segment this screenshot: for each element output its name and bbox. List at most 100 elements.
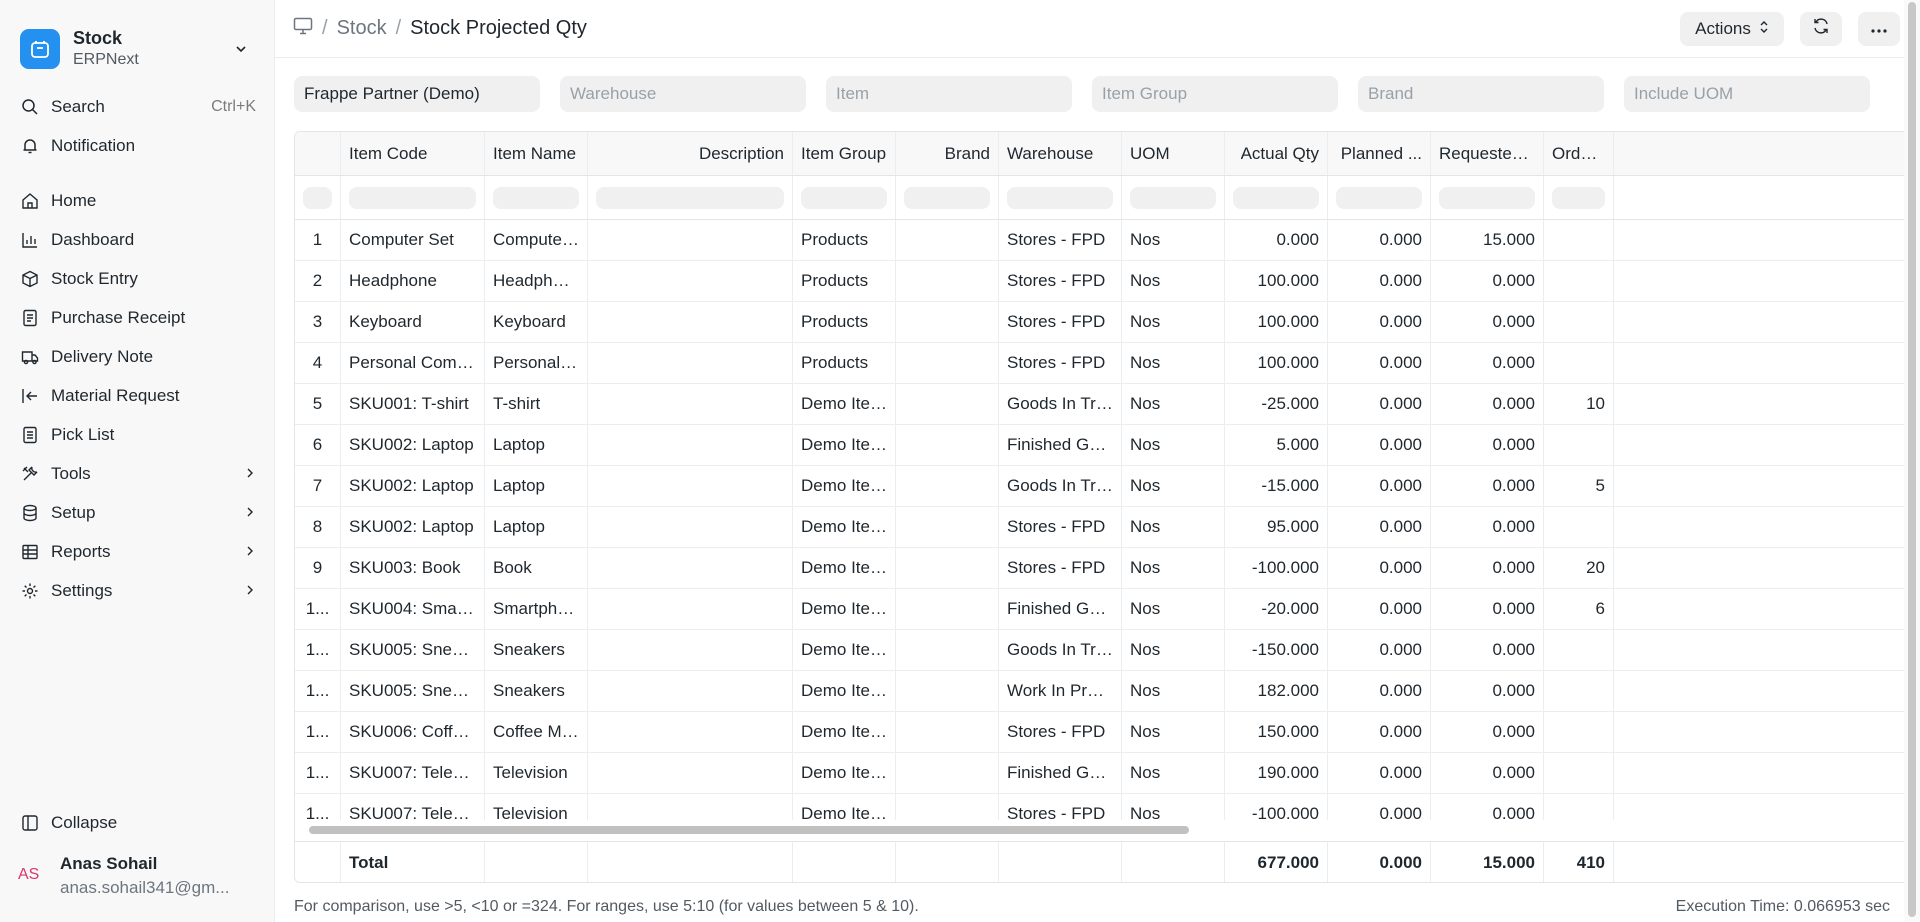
table-row[interactable]: 1... SKU004: Smartp... Smartphone Demo Item… xyxy=(295,589,1920,630)
table-row[interactable]: 9 SKU003: Book Book Demo Item ... Stores - F… xyxy=(295,548,1920,589)
table-cell[interactable]: Products xyxy=(793,261,896,301)
column-filter-input[interactable] xyxy=(896,176,999,219)
include-uom-filter[interactable]: Include UOM xyxy=(1624,76,1870,112)
table-cell[interactable]: 20 xyxy=(1544,548,1614,588)
user-menu[interactable]: AS Anas Sohail anas.sohail341@gm... xyxy=(0,842,274,900)
table-cell[interactable]: 0.000 xyxy=(1431,425,1544,465)
table-cell[interactable]: 0.000 xyxy=(1328,589,1431,629)
table-cell[interactable]: 0.000 xyxy=(1431,794,1544,820)
table-row[interactable]: 6 SKU002: Laptop Laptop Demo Item ... Finish… xyxy=(295,425,1920,466)
table-cell[interactable]: Nos xyxy=(1122,261,1225,301)
table-cell[interactable]: Demo Item ... xyxy=(793,384,896,424)
table-cell[interactable]: Laptop xyxy=(485,466,588,506)
table-cell[interactable] xyxy=(588,302,793,342)
column-filter-input[interactable] xyxy=(1431,176,1544,219)
table-cell[interactable]: -100.000 xyxy=(1225,794,1328,820)
table-cell[interactable]: 0.000 xyxy=(1328,507,1431,547)
column-header[interactable]: Warehouse xyxy=(999,132,1122,175)
table-cell[interactable]: Sneakers xyxy=(485,671,588,711)
table-cell[interactable]: Sneakers xyxy=(485,630,588,670)
table-cell[interactable] xyxy=(896,712,999,752)
table-cell[interactable] xyxy=(896,794,999,820)
table-cell[interactable] xyxy=(896,384,999,424)
column-header[interactable]: Item Code xyxy=(341,132,485,175)
table-cell[interactable]: 95.000 xyxy=(1225,507,1328,547)
table-row[interactable]: 3 Keyboard Keyboard Products Stores - FPD Nos… xyxy=(295,302,1920,343)
more-button[interactable] xyxy=(1858,11,1900,46)
table-cell[interactable]: Products xyxy=(793,343,896,383)
table-cell[interactable] xyxy=(1544,794,1614,820)
table-cell[interactable]: Nos xyxy=(1122,466,1225,506)
table-cell[interactable]: 0.000 xyxy=(1431,630,1544,670)
table-cell[interactable] xyxy=(896,671,999,711)
table-cell[interactable]: Stores - FPD xyxy=(999,794,1122,820)
breadcrumb-stock-link[interactable]: Stock xyxy=(337,17,387,40)
sidebar-item-delivery-note[interactable]: Delivery Note xyxy=(0,337,274,376)
table-cell[interactable] xyxy=(896,261,999,301)
table-cell[interactable] xyxy=(896,630,999,670)
table-cell[interactable]: 0.000 xyxy=(1328,220,1431,260)
table-cell[interactable]: 0.000 xyxy=(1431,712,1544,752)
table-cell[interactable] xyxy=(1544,425,1614,465)
table-row[interactable]: 1... SKU006: Coffee ... Coffee Mug Demo Ite… xyxy=(295,712,1920,753)
table-cell[interactable]: Demo Item ... xyxy=(793,712,896,752)
table-cell[interactable]: Nos xyxy=(1122,507,1225,547)
table-cell[interactable]: 0.000 xyxy=(1328,261,1431,301)
table-cell[interactable]: SKU003: Book xyxy=(341,548,485,588)
table-cell[interactable]: 0.000 xyxy=(1328,548,1431,588)
table-cell[interactable]: SKU002: Laptop xyxy=(341,425,485,465)
table-cell[interactable]: -25.000 xyxy=(1225,384,1328,424)
table-cell[interactable]: Nos xyxy=(1122,630,1225,670)
table-cell[interactable] xyxy=(896,302,999,342)
table-cell[interactable]: 5 xyxy=(1544,466,1614,506)
table-cell[interactable] xyxy=(588,466,793,506)
table-cell[interactable]: Personal Comput... xyxy=(341,343,485,383)
table-cell[interactable] xyxy=(588,753,793,793)
table-row[interactable]: 1... SKU007: Televisi... Television Demo It… xyxy=(295,753,1920,794)
table-cell[interactable] xyxy=(588,630,793,670)
table-cell[interactable] xyxy=(896,548,999,588)
sidebar-item-pick-list[interactable]: Pick List xyxy=(0,415,274,454)
column-header[interactable]: Item Name xyxy=(485,132,588,175)
sidebar-item-reports[interactable]: Reports xyxy=(0,532,274,571)
workspace-switcher[interactable]: Stock ERPNext xyxy=(0,0,274,78)
table-cell[interactable]: Goods In Tran... xyxy=(999,630,1122,670)
table-cell[interactable]: SKU007: Televisi... xyxy=(341,753,485,793)
table-cell[interactable]: 0.000 xyxy=(1328,384,1431,424)
table-row[interactable]: 1... SKU005: Sneakers Sneakers Demo Item ..… xyxy=(295,671,1920,712)
table-cell[interactable] xyxy=(588,343,793,383)
table-cell[interactable]: Stores - FPD xyxy=(999,261,1122,301)
chevron-down-icon[interactable] xyxy=(228,36,254,62)
table-cell[interactable]: 0.000 xyxy=(1431,548,1544,588)
table-cell[interactable] xyxy=(896,507,999,547)
column-filter-input[interactable] xyxy=(1225,176,1328,219)
table-cell[interactable]: -20.000 xyxy=(1225,589,1328,629)
table-cell[interactable] xyxy=(1544,507,1614,547)
table-cell[interactable]: 0.000 xyxy=(1328,343,1431,383)
table-cell[interactable] xyxy=(1544,753,1614,793)
table-cell[interactable]: Demo Item ... xyxy=(793,548,896,588)
table-cell[interactable] xyxy=(896,466,999,506)
table-cell[interactable]: Goods In Tran... xyxy=(999,384,1122,424)
sidebar-item-home[interactable]: Home xyxy=(0,181,274,220)
table-cell[interactable]: T-shirt xyxy=(485,384,588,424)
sidebar-item-setup[interactable]: Setup xyxy=(0,493,274,532)
table-cell[interactable]: Laptop xyxy=(485,425,588,465)
table-cell[interactable]: 0.000 xyxy=(1328,753,1431,793)
table-cell[interactable] xyxy=(1544,343,1614,383)
column-header[interactable]: Item Group xyxy=(793,132,896,175)
table-cell[interactable] xyxy=(588,220,793,260)
table-cell[interactable] xyxy=(588,671,793,711)
table-cell[interactable]: Stores - FPD xyxy=(999,712,1122,752)
table-cell[interactable]: Stores - FPD xyxy=(999,507,1122,547)
table-cell[interactable]: Goods In Tran... xyxy=(999,466,1122,506)
table-cell[interactable]: 0.000 xyxy=(1328,630,1431,670)
table-cell[interactable]: Nos xyxy=(1122,589,1225,629)
page-scrollbar[interactable] xyxy=(1904,0,1920,922)
refresh-button[interactable] xyxy=(1800,11,1842,46)
table-cell[interactable]: -100.000 xyxy=(1225,548,1328,588)
table-cell[interactable]: 0.000 xyxy=(1431,302,1544,342)
item-group-filter[interactable]: Item Group xyxy=(1092,76,1338,112)
table-cell[interactable]: Keyboard xyxy=(341,302,485,342)
table-cell[interactable]: Television xyxy=(485,753,588,793)
